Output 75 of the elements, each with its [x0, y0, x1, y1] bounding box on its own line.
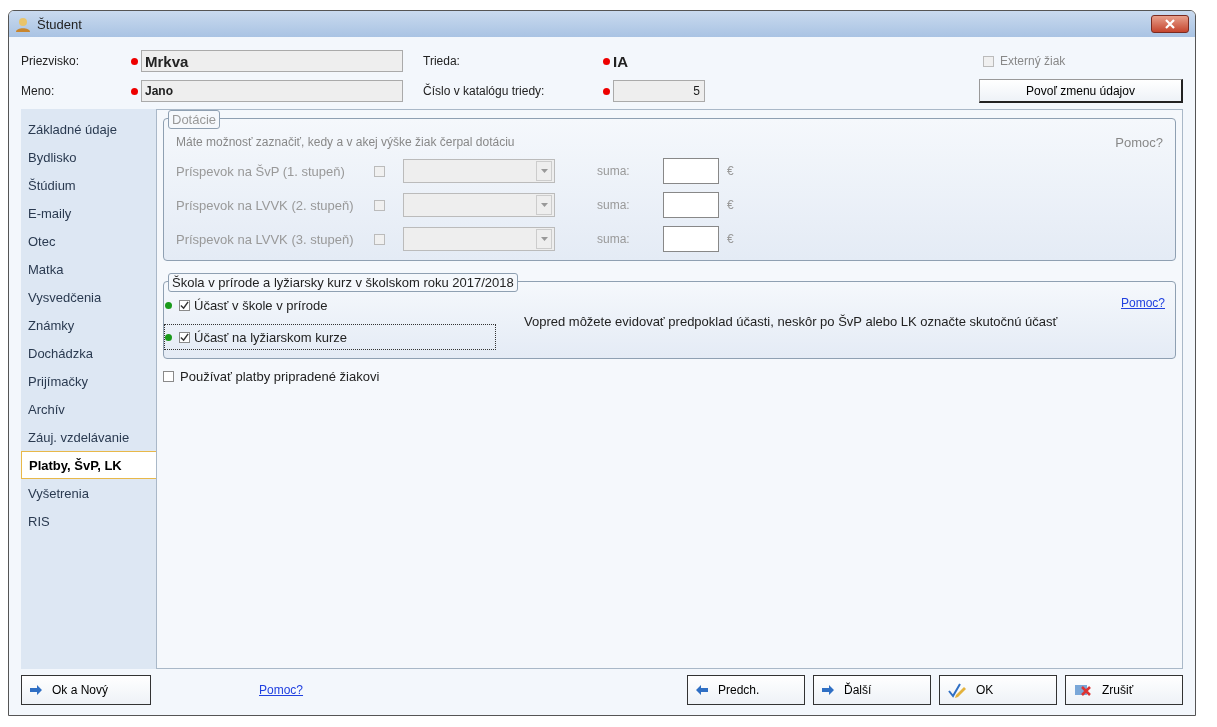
nav-item[interactable]: Otec: [21, 227, 156, 255]
marker-icon: [165, 301, 172, 309]
checkbox[interactable]: [163, 371, 174, 382]
note-text: Vopred môžete evidovať predpoklad účasti, neskôr po ŠvP alebo LK označte skutočnú účasť: [524, 313, 1058, 329]
subsidy-label: Príspevok na LVVK (2. stupeň): [176, 197, 355, 213]
checkbox-label: Používať platby pripradené žiakovi: [180, 369, 380, 384]
student-icon: [15, 16, 31, 32]
required-marker-icon: [131, 87, 138, 95]
caret-icon: [540, 237, 548, 241]
ok-and-new-button[interactable]: Ok a Nový: [21, 675, 151, 705]
required-marker-icon: [131, 57, 138, 65]
nav-item[interactable]: RIS: [21, 507, 156, 535]
nav-item[interactable]: Archív: [21, 395, 156, 423]
sum-field[interactable]: [663, 158, 719, 184]
description-text: Máte možnosť zaznačiť, kedy a v akej výške žiak čerpal dotáciu: [176, 135, 515, 150]
checkbox-label: Externý žiak: [1000, 54, 1066, 68]
field-label: Trieda:: [423, 54, 461, 68]
nav-item[interactable]: Platby, ŠvP, LK: [21, 451, 158, 479]
checkmark-icon: [180, 332, 189, 342]
group-title: Dotácie: [168, 110, 221, 129]
close-button[interactable]: [1151, 15, 1189, 33]
group-title: Škola v prírode a lyžiarsky kurz v školskom roku 2017/2018: [168, 273, 518, 292]
pencil-check-icon: [948, 682, 966, 698]
checkmark-icon: [180, 300, 189, 310]
sum-field[interactable]: [663, 226, 719, 252]
nav-item[interactable]: Štúdium: [21, 171, 156, 199]
currency-label: €: [727, 232, 734, 246]
subsidy-label: Príspevok na ŠvP (1. stupeň): [176, 163, 346, 179]
arrow-left-icon: [696, 685, 708, 695]
arrow-right-icon: [30, 685, 42, 695]
arrow-right-icon: [822, 685, 834, 695]
window-title: Študent: [37, 16, 83, 32]
sum-field[interactable]: [663, 192, 719, 218]
nav-item[interactable]: Matka: [21, 255, 156, 283]
cancel-button[interactable]: Zrušiť: [1065, 675, 1183, 705]
participation-checkbox[interactable]: Účasť na lyžiarskom kurze: [164, 324, 496, 350]
currency-label: €: [727, 198, 734, 212]
unlock-button[interactable]: Povoľ zmenu údajov: [979, 79, 1183, 103]
sum-label: suma:: [597, 164, 631, 178]
class-value: IA: [613, 52, 628, 70]
ok-button[interactable]: OK: [939, 675, 1057, 705]
nav-item[interactable]: Známky: [21, 311, 156, 339]
surname-field[interactable]: Mrkva: [141, 50, 403, 72]
next-button[interactable]: Ďalší: [813, 675, 931, 705]
close-icon: [1165, 19, 1175, 29]
dropdown[interactable]: [403, 193, 555, 217]
cancel-icon: [1074, 682, 1092, 698]
sum-label: suma:: [597, 198, 631, 212]
marker-icon: [165, 333, 172, 341]
required-marker-icon: [603, 57, 610, 65]
dropdown[interactable]: [403, 159, 555, 183]
currency-label: €: [727, 164, 734, 178]
field-label: Číslo v katalógu triedy:: [423, 84, 546, 98]
caret-icon: [540, 203, 548, 207]
nav-item[interactable]: E-maily: [21, 199, 156, 227]
field-label: Meno:: [21, 84, 56, 98]
participation-checkbox[interactable]: Účasť v škole v prírode: [164, 292, 496, 318]
field-label: Priezvisko:: [21, 54, 80, 68]
name-field[interactable]: Jano: [141, 80, 403, 102]
nav-item[interactable]: Bydlisko: [21, 143, 156, 171]
subsidy-label: Príspevok na LVVK (3. stupeň): [176, 231, 355, 247]
dropdown[interactable]: [403, 227, 555, 251]
nav-item[interactable]: Dochádzka: [21, 339, 156, 367]
required-marker-icon: [603, 87, 610, 95]
nav-item[interactable]: Základné údaje: [21, 115, 156, 143]
catalog-number-field[interactable]: 5: [613, 80, 705, 102]
sum-label: suma:: [597, 232, 631, 246]
help-link[interactable]: Pomoc?: [1120, 296, 1165, 310]
nav-item[interactable]: Prijímačky: [21, 367, 156, 395]
nav-item[interactable]: Vyšetrenia: [21, 479, 156, 507]
caret-icon: [540, 169, 548, 173]
help-link[interactable]: Pomoc?: [259, 683, 304, 697]
nav-item[interactable]: Záuj. vzdelávanie: [21, 423, 156, 451]
prev-button[interactable]: Predch.: [687, 675, 805, 705]
nav-item[interactable]: Vysvedčenia: [21, 283, 156, 311]
